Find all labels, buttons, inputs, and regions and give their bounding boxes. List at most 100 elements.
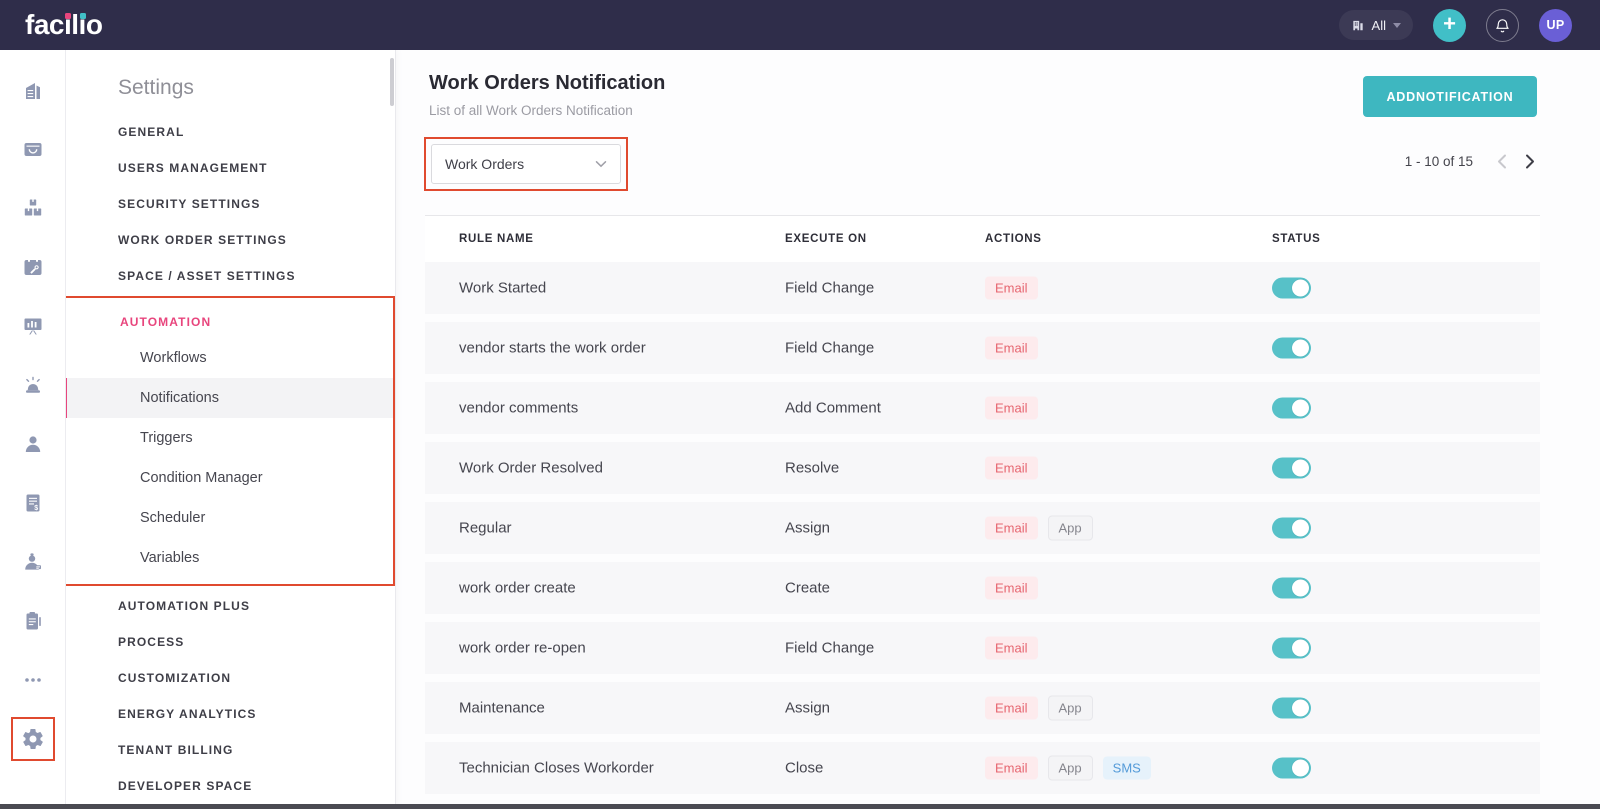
status-cell — [1272, 578, 1311, 599]
pagination-next-button[interactable] — [1523, 152, 1537, 171]
sidebar-bottom-sections: AUTOMATION PLUSPROCESSCUSTOMIZATIONENERG… — [66, 588, 395, 804]
sidebar-item-tenant-billing[interactable]: TENANT BILLING — [66, 732, 395, 768]
app-action-badge: App — [1048, 696, 1093, 721]
pagination-prev-button[interactable] — [1495, 152, 1509, 171]
invoice-icon: $ — [21, 491, 45, 515]
rule-name-cell[interactable]: Maintenance — [459, 700, 545, 717]
status-toggle[interactable] — [1272, 698, 1311, 719]
toggle-knob — [1292, 580, 1309, 597]
module-rail: $ — [0, 50, 66, 809]
actions-cell: EmailAppSMS — [985, 756, 1161, 781]
rule-name-cell[interactable]: vendor comments — [459, 400, 578, 417]
rail-item-inbox[interactable] — [0, 119, 66, 178]
rail-item-inventory[interactable] — [0, 178, 66, 237]
email-action-badge: Email — [985, 757, 1038, 780]
rail-item-settings[interactable] — [0, 709, 66, 768]
sidebar-item-users-management[interactable]: USERS MANAGEMENT — [66, 150, 395, 186]
user-avatar[interactable]: UP — [1539, 9, 1572, 42]
email-action-badge: Email — [985, 457, 1038, 480]
rule-name-cell[interactable]: work order create — [459, 580, 576, 597]
sidebar-item-customization[interactable]: CUSTOMIZATION — [66, 660, 395, 696]
notifications-button[interactable] — [1486, 9, 1519, 42]
email-action-badge: Email — [985, 337, 1038, 360]
sidebar-item-general[interactable]: GENERAL — [66, 114, 395, 150]
rail-item-alarm[interactable] — [0, 355, 66, 414]
rule-name-cell[interactable]: Work Started — [459, 280, 546, 297]
toggle-knob — [1292, 760, 1309, 777]
buildings-icon — [21, 78, 45, 102]
logo-dot — [65, 13, 71, 19]
sidebar-item-process[interactable]: PROCESS — [66, 624, 395, 660]
status-toggle[interactable] — [1272, 338, 1311, 359]
execute-on-cell: Add Comment — [785, 400, 881, 417]
pagination: 1 - 10 of 15 — [1405, 148, 1537, 174]
status-toggle[interactable] — [1272, 518, 1311, 539]
automation-subitems: WorkflowsNotificationsTriggersCondition … — [63, 338, 393, 578]
rule-name-cell[interactable]: work order re-open — [459, 640, 586, 657]
annotation-box-settings — [11, 717, 55, 761]
rule-name-cell[interactable]: Regular — [459, 520, 512, 537]
topbar-actions: All + UP — [1339, 9, 1572, 42]
rail-item-buildings[interactable] — [0, 60, 66, 119]
sidebar-item-variables[interactable]: Variables — [63, 538, 393, 578]
sidebar-scrollbar[interactable] — [390, 58, 394, 106]
sidebar-item-energy-analytics[interactable]: ENERGY ANALYTICS — [66, 696, 395, 732]
toggle-knob — [1292, 700, 1309, 717]
module-dropdown[interactable]: Work Orders — [431, 144, 621, 184]
status-toggle[interactable] — [1272, 758, 1311, 779]
status-toggle[interactable] — [1272, 458, 1311, 479]
rail-item-people[interactable] — [0, 414, 66, 473]
email-action-badge: Email — [985, 277, 1038, 300]
execute-on-cell: Field Change — [785, 340, 874, 357]
module-dropdown-value: Work Orders — [445, 156, 524, 172]
status-cell — [1272, 758, 1311, 779]
sidebar-item-work-order-settings[interactable]: WORK ORDER SETTINGS — [66, 222, 395, 258]
main-content: Work Orders Notification List of all Wor… — [396, 50, 1600, 809]
logo-dot — [80, 13, 86, 19]
toggle-knob — [1292, 640, 1309, 657]
sidebar-section-automation[interactable]: AUTOMATION — [63, 306, 393, 338]
siren-icon — [21, 373, 45, 397]
status-cell — [1272, 458, 1311, 479]
rail-item-inspection[interactable] — [0, 591, 66, 650]
org-selector-label: All — [1372, 18, 1386, 33]
page-title: Work Orders Notification — [429, 72, 665, 95]
status-toggle[interactable] — [1272, 278, 1311, 299]
email-action-badge: Email — [985, 397, 1038, 420]
status-toggle[interactable] — [1272, 398, 1311, 419]
rail-item-workforce[interactable] — [0, 532, 66, 591]
rail-item-maintenance[interactable] — [0, 237, 66, 296]
status-toggle[interactable] — [1272, 578, 1311, 599]
actions-cell: Email — [985, 577, 1048, 600]
add-notification-button[interactable]: ADDNOTIFICATION — [1363, 76, 1537, 117]
sidebar-item-automation-plus[interactable]: AUTOMATION PLUS — [66, 588, 395, 624]
toggle-knob — [1292, 460, 1309, 477]
add-button[interactable]: + — [1433, 9, 1466, 42]
table-row: vendor starts the work order Field Change… — [425, 322, 1540, 374]
rule-name-cell[interactable]: Work Order Resolved — [459, 460, 603, 477]
actions-cell: EmailApp — [985, 516, 1103, 541]
sidebar-item-condition-manager[interactable]: Condition Manager — [63, 458, 393, 498]
rail-item-more[interactable] — [0, 650, 66, 709]
status-cell — [1272, 698, 1311, 719]
actions-cell: EmailApp — [985, 696, 1103, 721]
content-shell: $ Settings GENERALUSERS MANAGEMENTSECURI… — [0, 50, 1600, 809]
sidebar-item-workflows[interactable]: Workflows — [63, 338, 393, 378]
avatar-initials: UP — [1547, 18, 1565, 32]
status-cell — [1272, 338, 1311, 359]
rule-name-cell[interactable]: Technician Closes Workorder — [459, 760, 654, 777]
sidebar-item-security-settings[interactable]: SECURITY SETTINGS — [66, 186, 395, 222]
actions-cell: Email — [985, 637, 1048, 660]
status-toggle[interactable] — [1272, 638, 1311, 659]
rail-item-dashboard[interactable] — [0, 296, 66, 355]
app-logo: facılıo — [25, 9, 102, 41]
sidebar-item-scheduler[interactable]: Scheduler — [63, 498, 393, 538]
sidebar-item-developer-space[interactable]: DEVELOPER SPACE — [66, 768, 395, 804]
sidebar-item-space-asset-settings[interactable]: SPACE / ASSET SETTINGS — [66, 258, 395, 294]
app-action-badge: App — [1048, 756, 1093, 781]
rail-item-invoice[interactable]: $ — [0, 473, 66, 532]
sidebar-item-triggers[interactable]: Triggers — [63, 418, 393, 458]
rule-name-cell[interactable]: vendor starts the work order — [459, 340, 646, 357]
sidebar-item-notifications[interactable]: Notifications — [63, 378, 393, 418]
org-selector[interactable]: All — [1339, 10, 1413, 40]
